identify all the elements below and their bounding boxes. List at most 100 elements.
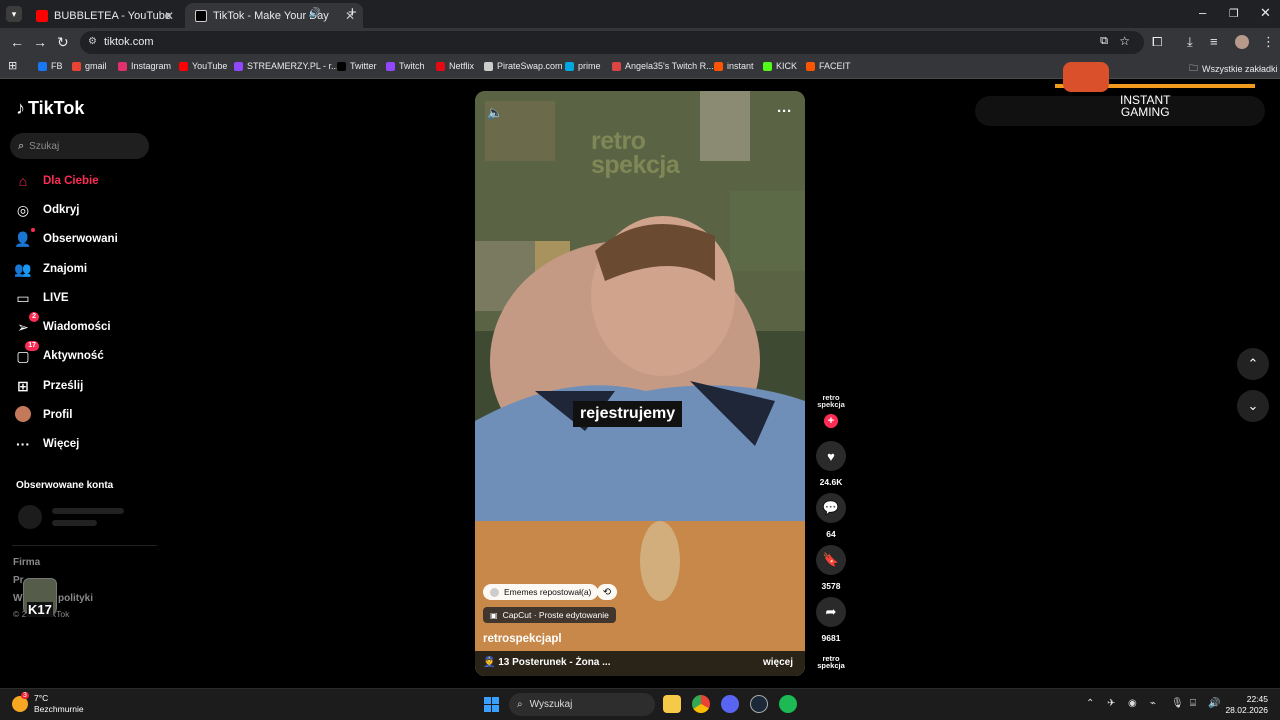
reload-icon[interactable]: ↻ [57, 34, 69, 51]
creator-avatar[interactable]: retro spekcja [815, 394, 847, 416]
sidebar-item-compass[interactable]: ◎ Odkryj [14, 199, 80, 221]
webcam-overlay-label: K17 [27, 602, 53, 617]
bookmark-gmail[interactable]: gmail [72, 61, 107, 71]
bookmark-twitch[interactable]: Twitch [386, 61, 425, 71]
tray-overflow-icon[interactable]: ⌃ [1086, 698, 1094, 709]
bookmark-kick[interactable]: KICK [763, 61, 797, 71]
watermark-line: retro [591, 127, 646, 155]
bookmark-twitter[interactable]: Twitter [337, 61, 377, 71]
capcut-chip[interactable]: ▣ CapCut · Proste edytowanie [483, 607, 616, 623]
ad-line: GAMING [1120, 105, 1170, 119]
microphone-icon[interactable]: 🎙 [1171, 698, 1184, 709]
tab-youtube[interactable]: BUBBLETEA - YouTube ✕ [26, 3, 182, 28]
footer-program-link[interactable]: Pr [13, 575, 24, 586]
audio-playing-icon[interactable]: 🔊 [309, 8, 321, 19]
install-app-icon[interactable]: ⧉ [1100, 35, 1108, 48]
search-input[interactable]: ⌕ Szukaj [10, 133, 149, 159]
bookmark-angela35-s-twitch-r[interactable]: Angela35's Twitch R... [612, 61, 714, 71]
sidebar-item-more[interactable]: ··· Więcej [14, 433, 79, 455]
sidebar-item-messages[interactable]: ➢ 2 Wiadomości [14, 311, 111, 338]
discord-icon[interactable] [721, 695, 739, 713]
bookmark-prime[interactable]: prime [565, 61, 601, 71]
bookmark-label: prime [578, 61, 601, 71]
site-info-icon[interactable]: ⚙ [88, 36, 97, 47]
music-disc[interactable]: retro spekcja [815, 655, 847, 670]
taskbar-search[interactable]: ⌕ Wyszukaj [509, 693, 655, 716]
sidebar-item-profile[interactable]: Profil [14, 404, 72, 426]
apps-grid-icon[interactable]: ⊞ [8, 59, 17, 72]
tab-tiktok[interactable]: TikTok - Make Your Day 🔊 ✕ [185, 3, 363, 28]
bookmark-youtube[interactable]: YouTube [179, 61, 227, 71]
back-icon[interactable]: ← [10, 34, 24, 50]
steam-icon[interactable] [750, 695, 768, 713]
bookmark-label: gmail [85, 61, 107, 71]
tab-search-button[interactable]: ▾ [6, 6, 22, 22]
sidebar-item-label: Odkryj [43, 204, 80, 216]
bookmark-star-icon[interactable]: ☆ [1119, 34, 1130, 48]
address-bar[interactable]: ⚙ tiktok.com ⧉ ☆ [80, 31, 1144, 54]
media-controls-icon[interactable]: ≡ [1210, 34, 1218, 49]
tray-discord-icon[interactable]: ◉ [1128, 698, 1137, 709]
close-window-icon[interactable]: ✕ [1260, 5, 1271, 21]
footer-policy-link[interactable]: polityki [58, 593, 93, 604]
share-count: 9681 [821, 633, 841, 643]
chrome-menu-icon[interactable]: ⋮ [1262, 34, 1275, 50]
all-bookmarks-folder[interactable]: 🗀 Wszystkie zakładki [1189, 61, 1278, 77]
restore-icon[interactable]: ❐ [1229, 7, 1239, 20]
save-button[interactable]: 🔖 3578 [815, 545, 847, 591]
comment-button[interactable]: 💬 64 [815, 493, 847, 539]
repost-icon[interactable]: ⟲ [597, 584, 617, 600]
sidebar-item-label: Aktywność [43, 350, 104, 362]
speaker-icon[interactable]: 🔊 [1208, 698, 1220, 709]
see-more-link[interactable]: więcej [763, 657, 793, 668]
bookmark-instagram[interactable]: Instagram [118, 61, 171, 71]
video-author[interactable]: retrospekcjapl [483, 633, 562, 645]
start-button[interactable] [484, 697, 499, 712]
url-text: tiktok.com [104, 36, 154, 48]
bookmark-favicon-icon [612, 61, 621, 71]
bookmark-favicon-icon [386, 61, 395, 71]
chrome-icon[interactable] [692, 695, 710, 713]
forward-icon[interactable]: → [33, 34, 47, 50]
next-video-button[interactable]: ⌄ [1237, 390, 1269, 422]
sidebar-item-home[interactable]: ⌂ Dla Ciebie [14, 170, 99, 192]
bookmark-netflix[interactable]: Netflix [436, 61, 474, 71]
previous-video-button[interactable]: ⌃ [1237, 348, 1269, 380]
sidebar-item-friends[interactable]: 👥 Znajomi [14, 258, 87, 280]
profile-avatar-icon[interactable] [1235, 35, 1249, 49]
extensions-icon[interactable]: ⧠ [1152, 34, 1162, 50]
video-player[interactable]: retro spekcja 🔈 ··· rejestrujemy Ememes … [475, 91, 805, 676]
share-button[interactable]: ➦ 9681 [815, 597, 847, 643]
downloads-icon[interactable]: ⤓ [1187, 34, 1193, 50]
repost-chip[interactable]: Ememes repostował(a) [483, 584, 599, 600]
file-explorer-icon[interactable] [663, 695, 681, 713]
tiktok-logo[interactable]: ♪ TikTok [16, 98, 84, 119]
network-icon[interactable]: ⌸ [1190, 698, 1196, 709]
new-tab-button[interactable]: + [348, 4, 357, 21]
tray-app-icon[interactable]: ✈ [1107, 698, 1115, 709]
video-more-options-icon[interactable]: ··· [777, 103, 792, 120]
capcut-icon: ▣ [490, 610, 498, 620]
system-clock[interactable]: 22:45 28.02.2026 [1225, 694, 1268, 716]
minimize-icon[interactable]: – [1199, 5, 1206, 20]
sidebar-item-upload[interactable]: ⊞ Prześlij [14, 375, 83, 397]
following-icon: 👤 [14, 227, 35, 248]
bookmark-instant[interactable]: instant [714, 61, 754, 71]
tray-network-icon[interactable]: ⌁ [1150, 698, 1156, 709]
sidebar-item-live[interactable]: ▭ LIVE [14, 287, 68, 309]
bookmark-fb[interactable]: FB [38, 61, 63, 71]
like-button[interactable]: ♥ 24.6K [815, 441, 847, 487]
follow-plus-button[interactable]: + [824, 414, 838, 428]
sidebar-divider [12, 545, 157, 546]
footer-terms-link[interactable]: W [13, 593, 22, 604]
sidebar-item-following[interactable]: 👤 Obserwowani [14, 227, 118, 250]
footer-company-link[interactable]: Firma [13, 557, 40, 568]
volume-icon[interactable]: 🔈 [487, 105, 503, 121]
close-tab-icon[interactable]: ✕ [164, 9, 174, 23]
sidebar-item-activity[interactable]: ▢ 17 Aktywność [14, 340, 104, 367]
spotify-icon[interactable] [779, 695, 797, 713]
bookmark-streamerzy-pl-r[interactable]: STREAMERZY.PL - r... [234, 61, 339, 71]
bookmark-pirateswap-com[interactable]: PirateSwap.com [484, 61, 563, 71]
bookmark-faceit[interactable]: FACEIT [806, 61, 851, 71]
bookmark-label: instant [727, 61, 754, 71]
